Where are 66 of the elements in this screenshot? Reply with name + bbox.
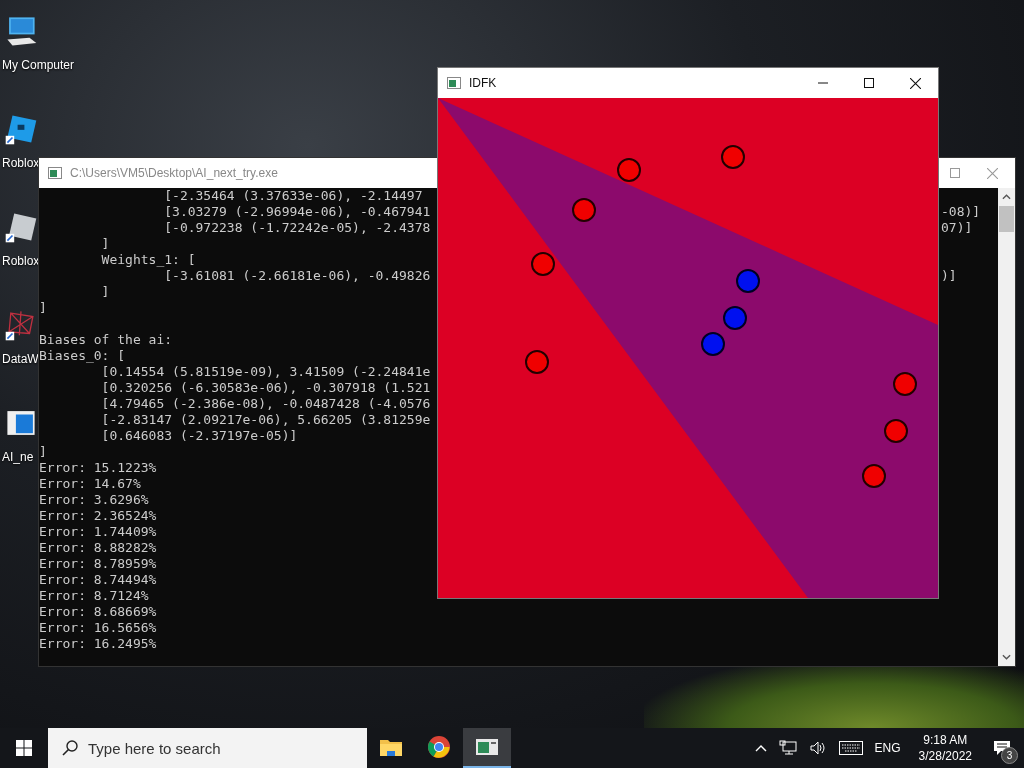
search-field[interactable]: Type here to search (48, 728, 367, 768)
scroll-up-icon[interactable] (1002, 194, 1011, 200)
clock-time[interactable]: 9:18 AM (923, 732, 968, 748)
network-icon[interactable] (778, 740, 797, 756)
console-line: Biases_0: [ (39, 348, 126, 363)
console-icon (475, 737, 499, 757)
browser-icon (427, 735, 451, 759)
keyboard-icon[interactable] (838, 741, 863, 755)
console-line: Error: 1.74409% (39, 524, 157, 539)
console-line: [0.320256 (-6.30583e-06), -0.307918 (1.521 (100, 380, 431, 395)
icon-label[interactable]: DataW (2, 352, 39, 366)
console-line: 07)] (941, 220, 973, 236)
console-line: [0.14554 (5.81519e-09), 3.41509 (-2.24841e (100, 364, 431, 379)
window-icon (447, 77, 461, 89)
folder-icon (379, 737, 403, 757)
taskbar-app[interactable] (463, 728, 511, 768)
console-line: [4.79465 (-2.386e-08), -0.0487428 (-4.0576 (100, 396, 431, 411)
notification-count: 3 (1001, 747, 1018, 764)
speaker-icon[interactable] (808, 740, 827, 756)
tile-icon[interactable] (4, 210, 38, 244)
console-line: Error: 8.78959% (39, 556, 157, 571)
windows-logo-icon (16, 740, 32, 756)
console-line: Error: 8.88282% (39, 540, 157, 555)
icon-label[interactable]: Roblox (2, 254, 40, 268)
scroll-down-icon[interactable] (1002, 654, 1011, 660)
window-title: IDFK (469, 76, 497, 90)
console-line: [-0.972238 (-1.72242e-05), -2.4378 (163, 220, 431, 235)
console-line: [-2.83147 (2.09217e-06), 5.66205 (3.81259e (100, 412, 431, 427)
clock-date[interactable]: 3/28/2022 (918, 748, 972, 764)
console-line: Error: 15.1223% (39, 460, 157, 475)
console-line: [-2.35464 (3.37633e-06), -2.14497 (163, 188, 423, 203)
console-line: Error: 16.2495% (39, 636, 157, 651)
console-line: Error: 14.67% (39, 476, 141, 491)
language-indicator[interactable]: ENG (874, 741, 901, 755)
console-line: Error: 8.68669% (39, 604, 157, 619)
console-line: Error: 8.7124% (39, 588, 149, 603)
window-title: C:\Users\VM5\Desktop\AI_next_try.exe (70, 166, 278, 180)
console-line: Biases of the ai: (39, 332, 173, 347)
console-icon (48, 167, 62, 179)
maximize-icon (950, 168, 960, 178)
console-line: )] (941, 268, 957, 284)
console-line: ] (39, 444, 47, 459)
close-icon (909, 77, 921, 89)
console-line: ] (100, 236, 110, 251)
console-line: Error: 16.5656% (39, 620, 157, 635)
close-icon (986, 167, 998, 179)
chevron-up-icon[interactable] (754, 744, 767, 752)
console-line: Weights_1: [ (100, 252, 196, 267)
console-line: ] (100, 284, 110, 299)
maximize-icon (864, 78, 874, 88)
console-line: ] (39, 300, 47, 315)
console-line: [0.646083 (-2.37197e-05)] (100, 428, 298, 443)
computer-icon[interactable] (4, 14, 38, 48)
console-line: [3.03279 (-2.96994e-06), -0.467941 (163, 204, 431, 219)
scrollbar[interactable] (998, 188, 1015, 666)
tile-icon[interactable] (4, 112, 38, 146)
console-line: Error: 2.36524% (39, 508, 157, 523)
scrollbar-thumb[interactable] (999, 206, 1014, 232)
search-icon (62, 740, 78, 756)
console-line: Error: 3.6296% (39, 492, 149, 507)
icon-label[interactable]: My Computer (2, 58, 75, 72)
console-line: [-3.61081 (-2.66181e-06), -0.49826 (163, 268, 431, 283)
console-line: -08)] (941, 204, 981, 220)
icon-label[interactable]: AI_ne (2, 450, 34, 464)
icon-label[interactable]: Roblox (2, 156, 40, 170)
console-line: Error: 8.74494% (39, 572, 157, 587)
